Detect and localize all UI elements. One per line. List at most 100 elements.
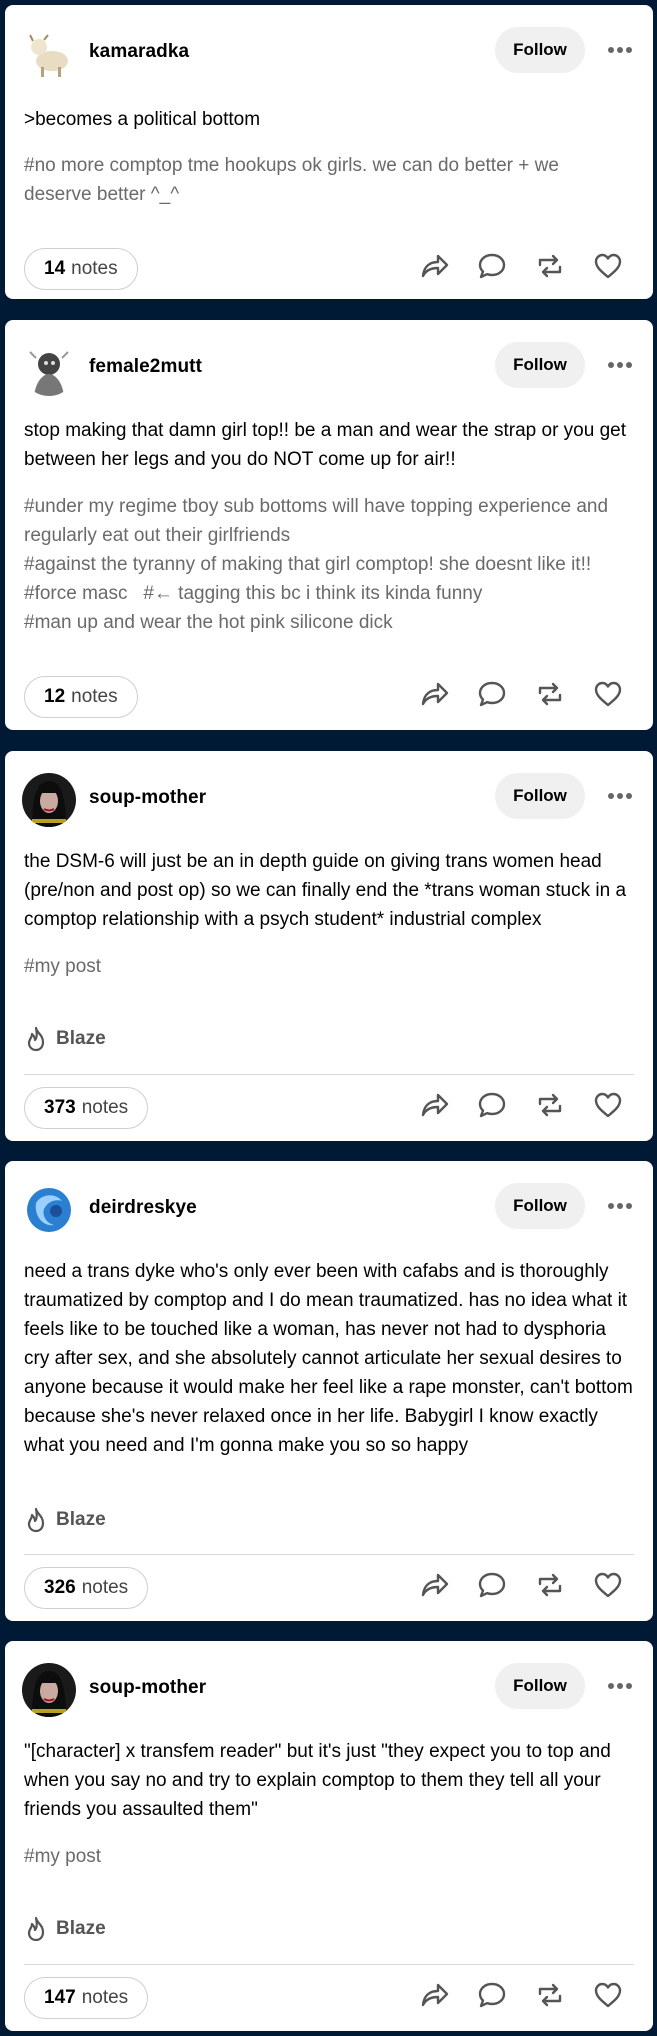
more-horizontal-icon[interactable] [605, 781, 635, 811]
tag[interactable]: #against the tyranny of making that girl… [24, 550, 634, 579]
more-horizontal-icon[interactable] [605, 1191, 635, 1221]
tag[interactable]: #no more comptop tme hookups ok girls. w… [24, 151, 634, 180]
flame-icon [27, 1026, 45, 1052]
share-arrow-icon[interactable] [419, 251, 449, 281]
follow-button[interactable]: Follow [495, 1663, 585, 1709]
flame-icon [27, 1507, 45, 1533]
post-card: deirdreskye Follow need a trans dyke who… [5, 1161, 653, 1621]
tag[interactable]: #my post [24, 1842, 634, 1871]
comment-bubble-icon[interactable] [477, 1570, 507, 1600]
post-body: >becomes a political bottom [24, 109, 261, 130]
notes-count: 326 [44, 1577, 76, 1598]
share-arrow-icon[interactable] [419, 679, 449, 709]
post-actions [419, 1570, 623, 1600]
tag[interactable]: #my post [24, 952, 634, 981]
reblog-icon[interactable] [535, 251, 565, 281]
follow-button[interactable]: Follow [495, 1183, 585, 1229]
post-footer: 12 notes [5, 673, 653, 723]
flame-icon [27, 1916, 45, 1942]
username[interactable]: kamaradka [89, 41, 189, 63]
username[interactable]: soup-mother [89, 787, 206, 809]
notes-label: notes [71, 686, 118, 707]
tag[interactable]: regularly eat out their girlfriends [24, 521, 634, 550]
username[interactable]: deirdreskye [89, 1197, 197, 1219]
notes-count: 147 [44, 1987, 76, 2008]
follow-button[interactable]: Follow [495, 27, 585, 73]
heart-icon[interactable] [593, 1090, 623, 1120]
comment-bubble-icon[interactable] [477, 251, 507, 281]
post-header: deirdreskye Follow [5, 1161, 653, 1257]
reblog-icon[interactable] [535, 679, 565, 709]
post-actions [419, 251, 623, 281]
notes-label: notes [81, 1097, 129, 1118]
tag[interactable]: #under my regime tboy sub bottoms will h… [24, 492, 634, 521]
notes-count: 14 [44, 258, 66, 279]
heart-icon[interactable] [593, 251, 623, 281]
post-card: female2mutt Follow stop making that damn… [5, 320, 653, 730]
blaze-button[interactable]: Blaze [24, 1024, 106, 1054]
post-footer: 373 notes [5, 1084, 653, 1134]
post-actions [419, 679, 623, 709]
post-tags: #my post [24, 952, 634, 981]
avatar[interactable] [22, 773, 76, 827]
post-footer: 147 notes [5, 1974, 653, 2024]
post-actions [419, 1090, 623, 1120]
blaze-label: Blaze [56, 1028, 106, 1049]
share-arrow-icon[interactable] [419, 1090, 449, 1120]
username[interactable]: soup-mother [89, 1677, 206, 1699]
blaze-label: Blaze [56, 1918, 106, 1939]
post-tags: #under my regime tboy sub bottoms will h… [24, 492, 634, 637]
tag[interactable]: deserve better ^_^ [24, 180, 634, 209]
notes-count: 373 [44, 1097, 76, 1118]
heart-icon[interactable] [593, 1570, 623, 1600]
more-horizontal-icon[interactable] [605, 1671, 635, 1701]
divider [24, 1074, 634, 1075]
heart-icon[interactable] [593, 679, 623, 709]
notes-label: notes [81, 1987, 129, 2008]
avatar[interactable] [22, 1663, 76, 1717]
avatar[interactable] [22, 1183, 76, 1237]
notes-button[interactable]: 326 notes [24, 1567, 149, 1609]
reblog-icon[interactable] [535, 1570, 565, 1600]
comment-bubble-icon[interactable] [477, 679, 507, 709]
post-footer: 326 notes [5, 1564, 653, 1614]
blaze-button[interactable]: Blaze [24, 1505, 106, 1535]
follow-button[interactable]: Follow [495, 773, 585, 819]
follow-button[interactable]: Follow [495, 342, 585, 388]
post-card: soup-mother Follow the DSM-6 will just b… [5, 751, 653, 1141]
notes-count: 12 [44, 686, 66, 707]
comment-bubble-icon[interactable] [477, 1090, 507, 1120]
post-card: soup-mother Follow "[character] x transf… [5, 1641, 653, 2031]
tag[interactable]: #force masc #← tagging this bc i think i… [24, 579, 634, 608]
username[interactable]: female2mutt [89, 356, 202, 378]
share-arrow-icon[interactable] [419, 1980, 449, 2010]
notes-label: notes [71, 258, 118, 279]
post-body: "[character] x transfem reader" but it's… [24, 1741, 611, 1820]
post-tags: #my post [24, 1842, 634, 1871]
more-horizontal-icon[interactable] [605, 350, 635, 380]
comment-bubble-icon[interactable] [477, 1980, 507, 2010]
heart-icon[interactable] [593, 1980, 623, 2010]
notes-button[interactable]: 12 notes [24, 676, 138, 718]
post-header: female2mutt Follow [5, 320, 653, 416]
post-tags: #no more comptop tme hookups ok girls. w… [24, 151, 634, 209]
divider [24, 1554, 634, 1555]
avatar[interactable] [22, 342, 76, 396]
notes-button[interactable]: 147 notes [24, 1977, 149, 2019]
more-horizontal-icon[interactable] [605, 35, 635, 65]
post-header: soup-mother Follow [5, 751, 653, 847]
share-arrow-icon[interactable] [419, 1570, 449, 1600]
divider [24, 1964, 634, 1965]
post-actions [419, 1980, 623, 2010]
notes-button[interactable]: 373 notes [24, 1087, 149, 1129]
post-body: the DSM-6 will just be an in depth guide… [24, 851, 627, 930]
tag[interactable]: #man up and wear the hot pink silicone d… [24, 608, 634, 637]
post-body: need a trans dyke who's only ever been w… [24, 1261, 633, 1456]
blaze-button[interactable]: Blaze [24, 1914, 106, 1944]
post-card: kamaradka Follow >becomes a political bo… [5, 5, 653, 299]
notes-button[interactable]: 14 notes [24, 248, 138, 290]
reblog-icon[interactable] [535, 1090, 565, 1120]
notes-label: notes [81, 1577, 129, 1598]
reblog-icon[interactable] [535, 1980, 565, 2010]
avatar[interactable] [22, 27, 76, 81]
